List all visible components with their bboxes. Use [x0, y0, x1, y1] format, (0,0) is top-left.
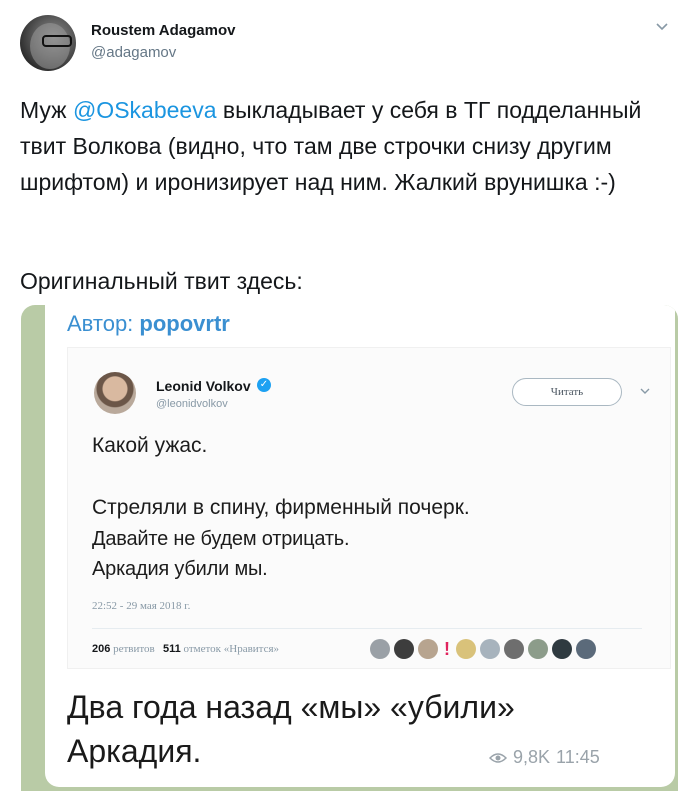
- liker-avatars: !: [370, 639, 596, 659]
- tweet-text-prefix: Муж: [20, 97, 73, 123]
- liker-avatar: [528, 639, 548, 659]
- embedded-tweet-screenshot: Leonid Volkov ✓ @leonidvolkov Читать Как…: [67, 347, 671, 669]
- avatar-glasses: [42, 35, 72, 47]
- chevron-down-icon[interactable]: [655, 22, 669, 32]
- author-name[interactable]: Roustem Adagamov: [91, 22, 235, 39]
- message-meta: 9,8K 11:45: [489, 747, 600, 768]
- liker-avatar: [552, 639, 572, 659]
- telegram-author-name[interactable]: popovrtr: [139, 311, 229, 336]
- embedded-text-line2: Стреляли в спину, фирменный почерк.: [92, 496, 470, 519]
- liker-avatar: !: [444, 639, 450, 659]
- views-count: 9,8K: [513, 747, 551, 767]
- chevron-down-icon: [640, 388, 650, 394]
- embedded-timestamp: 22:52 - 29 мая 2018 г.: [92, 600, 191, 612]
- tweet-text: Муж @OSkabeeva выкладывает у себя в ТГ п…: [20, 92, 670, 200]
- divider: [92, 628, 642, 629]
- liker-avatar: [418, 639, 438, 659]
- liker-avatar: [480, 639, 500, 659]
- liker-avatar: [576, 639, 596, 659]
- verified-badge-icon: ✓: [257, 378, 271, 392]
- liker-avatar: [370, 639, 390, 659]
- tweet-media-image[interactable]: Автор: popovrtr Leonid Volkov ✓ @leonidv…: [21, 305, 678, 791]
- likes-count: 511: [163, 643, 181, 655]
- liker-avatar: [456, 639, 476, 659]
- liker-avatar: [504, 639, 524, 659]
- embedded-author-name: Leonid Volkov: [156, 378, 251, 394]
- message-time: 11:45: [556, 747, 600, 767]
- tweet-text-line2: Оригинальный твит здесь:: [20, 268, 303, 294]
- retweets-label: ретвитов: [113, 643, 155, 655]
- mention-link[interactable]: @OSkabeeva: [73, 97, 217, 123]
- likes-label: отметок «Нравится»: [183, 643, 280, 655]
- follow-button: Читать: [512, 378, 622, 406]
- embedded-text-line3: Давайте не будем отрицать.: [92, 528, 350, 550]
- embedded-text-line4: Аркадия убили мы.: [92, 558, 268, 580]
- telegram-author[interactable]: Автор: popovrtr: [67, 311, 230, 337]
- liker-avatar: [394, 639, 414, 659]
- embedded-avatar: [94, 372, 136, 414]
- author-handle[interactable]: @adagamov: [91, 44, 176, 61]
- embedded-stats: 206 ретвитов 511 отметок «Нравится»: [92, 643, 279, 655]
- telegram-author-label: Автор:: [67, 311, 140, 336]
- author-avatar[interactable]: [20, 15, 76, 71]
- eye-icon: [489, 752, 507, 763]
- embedded-text-line1: Какой ужас.: [92, 434, 208, 457]
- retweets-count: 206: [92, 643, 111, 655]
- embedded-author-handle: @leonidvolkov: [156, 398, 228, 410]
